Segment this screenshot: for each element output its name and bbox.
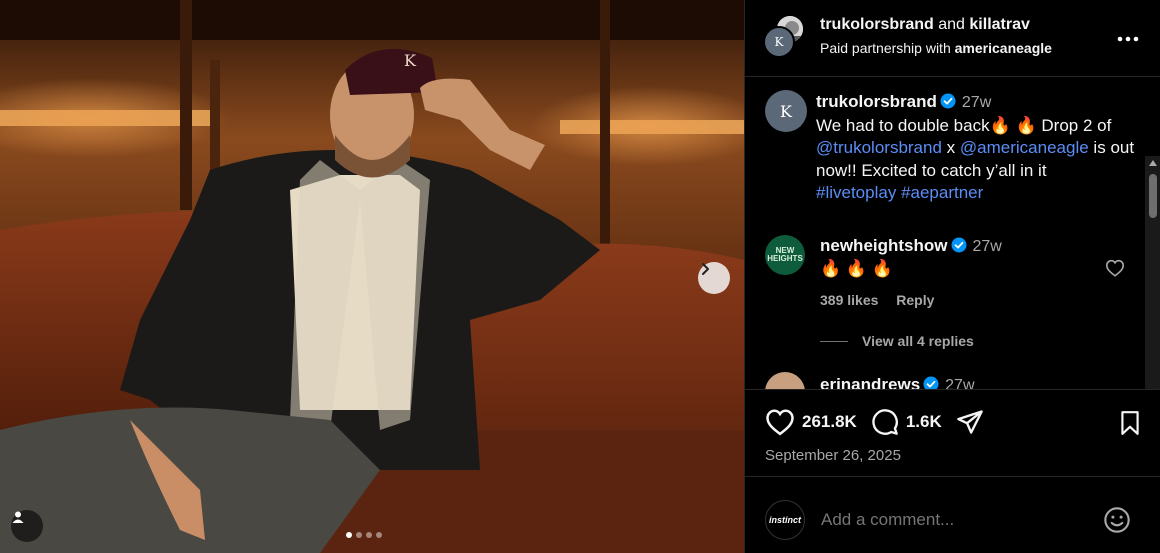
verified-badge-icon: [951, 237, 966, 253]
carousel-dot: [356, 532, 362, 538]
mention-link[interactable]: @trukolorsbrand: [816, 138, 942, 157]
add-comment-input[interactable]: [821, 510, 1091, 530]
carousel-dot: [376, 532, 382, 538]
comment-text: 🔥 🔥 🔥: [820, 259, 893, 278]
more-horizontal-icon: [1117, 36, 1139, 42]
partnership-label: Paid partnership with americaneagle: [820, 40, 1052, 56]
scrollbar-thumb[interactable]: [1149, 174, 1157, 218]
share-icon[interactable]: [956, 408, 984, 436]
hashtag-link[interactable]: #aepartner: [901, 183, 983, 202]
collab-usernames: trukolorsbrand and killatrav: [820, 16, 1030, 34]
current-user-avatar[interactable]: instinct: [765, 500, 805, 540]
caption-text: is: [1093, 138, 1106, 157]
post-image: K: [0, 0, 744, 553]
comment-timestamp[interactable]: 27w: [973, 238, 1002, 255]
heart-icon: [1105, 259, 1125, 277]
chevron-right-icon: [702, 263, 709, 275]
scroll-up-arrow-icon[interactable]: [1149, 160, 1157, 166]
caption-timestamp[interactable]: 27w: [962, 94, 991, 111]
caption-text: We had to double back: [816, 115, 990, 135]
post-header: K trukolorsbrand and killatrav Paid part…: [745, 0, 1160, 77]
comment-username[interactable]: erinandrews: [820, 375, 920, 389]
replies-divider: [820, 340, 848, 342]
fire-emoji: 🔥: [989, 115, 1011, 135]
caption-text: Drop 2 of: [1041, 115, 1112, 135]
user-icon: [12, 511, 24, 523]
comment: erinandrews 27w: [820, 374, 975, 389]
avatar-trukolorsbrand[interactable]: K: [763, 26, 795, 58]
comment-timestamp[interactable]: 27w: [945, 377, 974, 389]
post-date[interactable]: September 26, 2025: [765, 447, 901, 464]
verified-badge-icon: [940, 93, 956, 109]
carousel-dot: [346, 532, 352, 538]
carousel-indicator: [346, 532, 382, 538]
next-image-button[interactable]: [698, 262, 730, 294]
comment-icon[interactable]: [871, 408, 899, 436]
more-options-button[interactable]: [1117, 22, 1139, 48]
svg-text:K: K: [404, 51, 417, 70]
mention-link[interactable]: @americaneagle: [960, 138, 1089, 157]
smiley-icon: [1104, 507, 1130, 533]
like-comment-button[interactable]: [1105, 259, 1125, 282]
emoji-button[interactable]: [1103, 506, 1131, 539]
comment: newheightshow 27w 🔥 🔥 🔥: [820, 235, 1100, 280]
reply-button[interactable]: Reply: [896, 292, 934, 308]
comments-section[interactable]: K trukolorsbrand 27w We had to double bac…: [745, 78, 1160, 389]
save-button[interactable]: [1118, 410, 1142, 441]
comment-avatar[interactable]: NEW HEIGHTS: [765, 235, 805, 275]
caption-avatar[interactable]: K: [765, 90, 807, 132]
post-actions: 261.8K 1.6K September 26, 2025: [745, 389, 1160, 477]
partnership-prefix: Paid partnership with: [820, 40, 951, 56]
view-replies-label: View all 4 replies: [862, 333, 974, 349]
collab-avatars[interactable]: K: [763, 14, 807, 58]
likes-count[interactable]: 261.8K: [802, 412, 857, 432]
caption-text: x: [946, 138, 956, 157]
partner-link[interactable]: americaneagle: [955, 40, 1052, 56]
username-link[interactable]: trukolorsbrand: [820, 16, 934, 33]
tagged-users-button[interactable]: [11, 510, 43, 542]
comment-username[interactable]: newheightshow: [820, 236, 948, 255]
action-row: 261.8K 1.6K: [765, 408, 984, 436]
fire-emoji: 🔥: [1015, 115, 1037, 135]
comment-likes[interactable]: 389 likes: [820, 292, 878, 308]
bookmark-icon: [1121, 411, 1139, 435]
comments-scrollbar[interactable]: [1145, 156, 1160, 389]
hashtag-link[interactable]: #livetoplay: [816, 183, 896, 202]
comment-avatar[interactable]: [765, 372, 805, 389]
post-sidebar: K trukolorsbrand and killatrav Paid part…: [744, 0, 1160, 553]
verified-badge-icon: [923, 376, 939, 389]
post-photo[interactable]: K: [0, 0, 744, 553]
caption-username[interactable]: trukolorsbrand: [816, 92, 937, 111]
comments-count[interactable]: 1.6K: [906, 412, 942, 432]
and-text: and: [938, 16, 965, 33]
username-link[interactable]: killatrav: [969, 16, 1029, 33]
carousel-dot: [366, 532, 372, 538]
add-comment-bar: instinct: [745, 478, 1160, 553]
comment-meta: 389 likes Reply: [820, 292, 948, 308]
caption: trukolorsbrand 27w We had to double back🔥…: [816, 91, 1136, 205]
heart-icon[interactable]: [765, 408, 795, 436]
view-replies-button[interactable]: View all 4 replies: [820, 333, 974, 349]
